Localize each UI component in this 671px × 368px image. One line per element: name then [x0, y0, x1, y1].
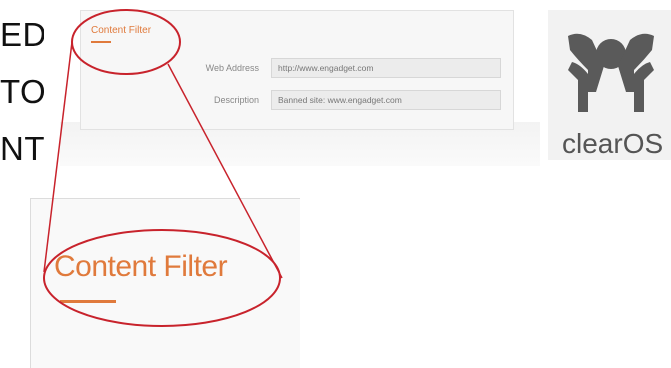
- annotation-ellipse-small: [71, 9, 181, 75]
- annotation-ellipse-large: [43, 229, 281, 327]
- annotation-line-left: [43, 41, 73, 273]
- annotation-overlay: [43, 9, 283, 327]
- annotation-line-right: [167, 63, 283, 279]
